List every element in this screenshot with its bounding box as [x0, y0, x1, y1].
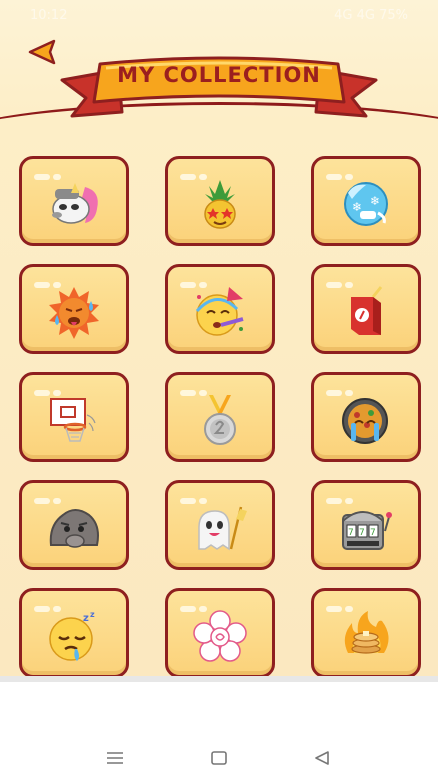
tile-shine	[180, 381, 210, 396]
tile-shine	[326, 489, 356, 504]
ice-face-icon: ❄ ❄	[344, 182, 388, 226]
tile-shine	[180, 597, 210, 612]
basketball-hoop-icon	[50, 398, 96, 442]
collection-item-sleepy-face[interactable]: z z	[19, 588, 129, 676]
ghost-icon	[198, 506, 247, 551]
tile-shine	[326, 597, 356, 612]
medal-icon	[204, 395, 236, 445]
collection-item-unicorn[interactable]	[19, 156, 129, 246]
party-face-icon	[195, 287, 244, 336]
page-title: MY COLLECTION	[117, 63, 321, 87]
tile-shine	[326, 381, 356, 396]
rock-icon	[49, 509, 99, 548]
tile-shine	[34, 597, 64, 612]
collection-item-crying-pan[interactable]	[311, 372, 421, 462]
tile-shine	[34, 381, 64, 396]
tile-shine	[326, 165, 356, 180]
svg-text:z: z	[83, 613, 89, 624]
collection-item-hot-sun[interactable]	[19, 264, 129, 354]
system-nav-bar	[0, 730, 438, 780]
svg-text:7: 7	[370, 528, 376, 538]
svg-text:❄: ❄	[352, 200, 362, 214]
tile-shine	[180, 489, 210, 504]
collection-item-slot-machine[interactable]: 7 7 7	[311, 480, 421, 570]
unicorn-icon	[52, 183, 98, 224]
sun-face-icon	[49, 287, 99, 339]
svg-text:❄: ❄	[370, 194, 380, 208]
pancakes-icon	[344, 611, 389, 654]
sleepy-face-icon: z z	[49, 610, 95, 661]
nav-back-icon	[315, 751, 329, 765]
menu-icon	[107, 752, 123, 764]
juice-box-icon	[351, 286, 383, 335]
collection-item-basketball-hoop[interactable]	[19, 372, 129, 462]
tile-shine	[180, 165, 210, 180]
collection-item-pineapple[interactable]	[165, 156, 275, 246]
title-banner	[60, 56, 378, 118]
paella-pan-icon	[342, 398, 388, 444]
svg-text:z: z	[90, 610, 95, 619]
collection-item-white-flower[interactable]	[165, 588, 275, 676]
collection-item-juice-box[interactable]	[311, 264, 421, 354]
app-screen: 10:12 4G 4G 75% MY COLLECTION ❄ ❄ 7 7 7 …	[0, 0, 438, 676]
collection-item-ghost-flag[interactable]	[165, 480, 275, 570]
flower-icon	[193, 610, 247, 662]
tile-shine	[326, 273, 356, 288]
collection-item-thinking-rock[interactable]	[19, 480, 129, 570]
nav-menu-button[interactable]	[106, 750, 124, 769]
tile-shine	[180, 273, 210, 288]
collection-item-party-face[interactable]	[165, 264, 275, 354]
slot-machine-icon: 7 7 7	[342, 511, 392, 550]
pineapple-icon	[204, 180, 236, 229]
svg-text:7: 7	[359, 528, 365, 538]
svg-text:7: 7	[348, 528, 354, 538]
home-icon	[211, 751, 227, 765]
collection-item-fire-pancakes[interactable]	[311, 588, 421, 676]
tile-shine	[34, 273, 64, 288]
collection-item-silver-medal[interactable]	[165, 372, 275, 462]
tile-shine	[34, 489, 64, 504]
nav-home-button[interactable]	[211, 750, 227, 769]
collection-item-frozen-face[interactable]: ❄ ❄	[311, 156, 421, 246]
status-time: 10:12	[30, 8, 68, 23]
nav-back-button[interactable]	[314, 750, 330, 769]
status-bar: 10:12 4G 4G 75%	[0, 0, 438, 32]
status-indicators: 4G 4G 75%	[334, 8, 408, 23]
tile-shine	[34, 165, 64, 180]
app-bottom-edge	[0, 676, 438, 682]
